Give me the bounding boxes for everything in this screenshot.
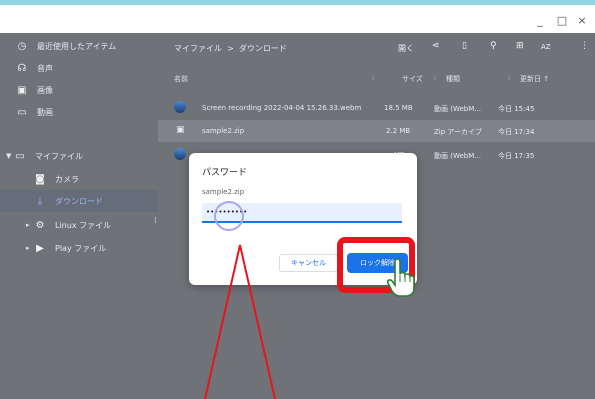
table-row[interactable]: ▣ sample2.zip 2.2 MB Zip アーカイブ 今日 17:34 bbox=[158, 120, 595, 142]
sidebar-item-linux[interactable]: ▸ ⚙ Linux ファイル bbox=[0, 214, 158, 236]
camera-icon: ◙ bbox=[35, 173, 45, 185]
expand-arrow-icon[interactable]: ▼ bbox=[6, 152, 14, 160]
click-indicator-ring bbox=[214, 201, 244, 231]
sidebar-item-play[interactable]: ▸ ▶ Play ファイル bbox=[0, 237, 158, 259]
sidebar-item-audio[interactable]: ☊ 音声 bbox=[0, 57, 158, 79]
column-type[interactable]: 種類 bbox=[446, 74, 460, 84]
file-size: 18.5 MB bbox=[384, 104, 413, 112]
file-date: 今日 17:34 bbox=[498, 128, 535, 136]
table-row[interactable]: Screen recording 2022-04-04 15.26.33.web… bbox=[158, 97, 595, 119]
video-file-icon bbox=[174, 101, 186, 113]
column-divider: ⁞ bbox=[372, 74, 375, 82]
dialog-filename: sample2.zip bbox=[202, 188, 245, 196]
file-type: 動画 (WebM... bbox=[434, 105, 481, 113]
sidebar-item-label: Linux ファイル bbox=[55, 220, 112, 230]
column-divider: ⁞ bbox=[508, 74, 511, 82]
open-button[interactable]: 開く bbox=[398, 43, 414, 54]
column-size[interactable]: サイズ bbox=[402, 74, 423, 84]
laptop-icon: ▭ bbox=[15, 150, 25, 162]
sidebar: ◷ 最近使用したアイテム ☊ 音声 ▣ 画像 ▭ 動画 ▼ ▭ マイファイル ◙… bbox=[0, 33, 158, 399]
video-icon: ▭ bbox=[17, 106, 27, 118]
file-type: 動画 (WebM... bbox=[434, 152, 481, 160]
grid-view-icon[interactable]: ⊞ bbox=[516, 41, 524, 51]
title-bar: _ □ × bbox=[0, 5, 595, 33]
breadcrumb-separator: > bbox=[227, 44, 234, 53]
dialog-title: パスワード bbox=[202, 168, 248, 178]
sidebar-item-label: 音声 bbox=[37, 63, 53, 73]
sidebar-item-camera[interactable]: ◙ カメラ bbox=[0, 168, 158, 190]
file-size: 2.2 MB bbox=[386, 127, 411, 135]
sidebar-item-images[interactable]: ▣ 画像 bbox=[0, 79, 158, 101]
column-name[interactable]: 名前 bbox=[174, 74, 188, 84]
download-icon: ⤓ bbox=[37, 195, 43, 207]
expand-arrow-icon[interactable]: ▸ bbox=[26, 221, 34, 229]
video-file-icon bbox=[174, 148, 186, 160]
hand-pointer-icon bbox=[386, 258, 415, 297]
sidebar-item-label: Play ファイル bbox=[55, 243, 107, 253]
minimize-button[interactable]: _ bbox=[532, 14, 548, 27]
sidebar-item-label: マイファイル bbox=[35, 151, 83, 161]
sidebar-item-my-files[interactable]: ▼ ▭ マイファイル bbox=[0, 145, 158, 167]
play-icon: ▶ bbox=[36, 242, 44, 254]
file-date: 今日 15:45 bbox=[498, 105, 535, 113]
resize-handle-icon[interactable]: ⁞ bbox=[154, 216, 157, 226]
file-type: Zip アーカイブ bbox=[434, 128, 482, 136]
clock-icon: ◷ bbox=[17, 40, 27, 52]
sidebar-item-downloads[interactable]: ⤓ ダウンロード bbox=[0, 190, 158, 212]
more-menu-icon[interactable]: ⋮ bbox=[580, 41, 589, 51]
file-list-header: 名前 ⁞ サイズ ⁞ 種類 ⁞ 更新日 ↑ bbox=[158, 71, 595, 91]
search-icon[interactable]: ⚲ bbox=[490, 41, 497, 51]
share-icon[interactable]: ⋖ bbox=[432, 41, 440, 51]
sidebar-item-recent[interactable]: ◷ 最近使用したアイテム bbox=[0, 35, 158, 57]
column-date[interactable]: 更新日 ↑ bbox=[520, 74, 549, 84]
breadcrumb-root[interactable]: マイファイル bbox=[174, 44, 222, 53]
headphones-icon: ☊ bbox=[17, 62, 27, 74]
toolbar: マイファイル > ダウンロード 開く ⋖ ▯ ⚲ ⊞ AZ ⋮ bbox=[158, 33, 595, 63]
zip-file-icon: ▣ bbox=[176, 125, 185, 135]
file-name: Screen recording 2022-04-04 15.26.33.web… bbox=[202, 104, 362, 112]
sidebar-item-label: カメラ bbox=[55, 174, 79, 184]
file-date: 今日 17:35 bbox=[498, 152, 535, 160]
sidebar-item-label: ダウンロード bbox=[55, 196, 103, 206]
cancel-button[interactable]: キャンセル bbox=[279, 254, 338, 272]
close-button[interactable]: × bbox=[574, 14, 590, 27]
breadcrumb: マイファイル > ダウンロード bbox=[174, 43, 287, 54]
maximize-button[interactable]: □ bbox=[554, 14, 570, 27]
file-name: sample2.zip bbox=[202, 127, 245, 135]
sidebar-item-videos[interactable]: ▭ 動画 bbox=[0, 101, 158, 123]
sidebar-item-label: 最近使用したアイテム bbox=[37, 41, 117, 51]
sidebar-item-label: 画像 bbox=[37, 85, 53, 95]
sort-button[interactable]: AZ bbox=[541, 43, 551, 51]
expand-arrow-icon[interactable]: ▸ bbox=[26, 244, 34, 252]
image-icon: ▣ bbox=[17, 84, 27, 96]
column-divider: ⁞ bbox=[434, 74, 437, 82]
linux-icon: ⚙ bbox=[35, 219, 45, 231]
breadcrumb-current: ダウンロード bbox=[238, 44, 287, 53]
delete-icon[interactable]: ▯ bbox=[462, 41, 467, 51]
sidebar-item-label: 動画 bbox=[37, 107, 53, 117]
